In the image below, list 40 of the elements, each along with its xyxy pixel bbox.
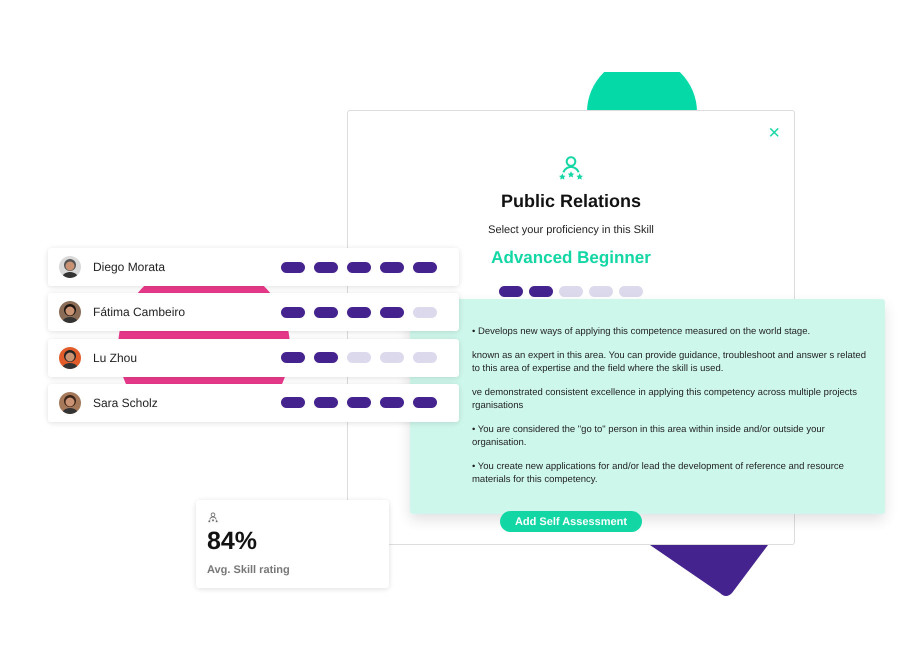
rating-segment [413, 306, 437, 318]
rating-segment [413, 352, 437, 364]
rating-segment [347, 352, 371, 364]
person-name: Diego Morata [93, 260, 166, 274]
person-name: Fátima Cambeiro [93, 305, 186, 320]
rating-segment [413, 262, 437, 272]
description-text: • You are considered the "go to" person in this area within inside and/or outside your organisation. [472, 423, 826, 449]
person-stars-icon [207, 512, 219, 523]
person-stars-icon [558, 155, 584, 181]
person-name: Sara Scholz [93, 396, 159, 410]
rating-segment [314, 306, 338, 318]
level-segment[interactable] [529, 286, 553, 297]
add-self-assessment-button[interactable]: Add Self Assessment [500, 511, 642, 532]
rating-segment [380, 262, 404, 272]
rating-segment [281, 262, 305, 272]
description-text: • You create new applications for and/or lead the development of reference and resource materials for this competency. [472, 460, 845, 486]
rating-segment [314, 262, 338, 272]
rating-segment [314, 397, 338, 408]
description-text: known as an expert in this area. You can provide guidance, troubleshoot and answer s related to this area of expertise and the field where the skill is used. [472, 349, 867, 375]
stat-label: Avg. Skill rating [207, 564, 291, 576]
proficiency-level: Advanced Beginner [491, 248, 651, 268]
rating-segment [281, 397, 305, 408]
level-segment[interactable] [499, 286, 523, 297]
rating-segment [347, 397, 371, 408]
rating-segment [380, 352, 404, 364]
person-name: Lu Zhou [93, 350, 138, 365]
rating-segment [281, 306, 305, 318]
dialog-subtitle: Select your proficiency in this Skill [488, 224, 654, 236]
stat-value: 84% [207, 527, 258, 556]
rating-segment [380, 306, 404, 318]
close-button[interactable]: × [766, 123, 782, 143]
rating-segment [347, 262, 371, 272]
rating-segment [347, 306, 371, 318]
description-text: ve demonstrated consistent excellence in applying this competency across multiple projects rganisations [472, 386, 858, 412]
description-text: • Develops new ways of applying this competence measured on the world stage. [472, 325, 812, 338]
rating-segment [413, 397, 437, 408]
rating-segment [380, 397, 404, 408]
rating-segment [314, 352, 338, 364]
dialog-title: Public Relations [500, 191, 642, 212]
rating-segment [281, 352, 305, 364]
